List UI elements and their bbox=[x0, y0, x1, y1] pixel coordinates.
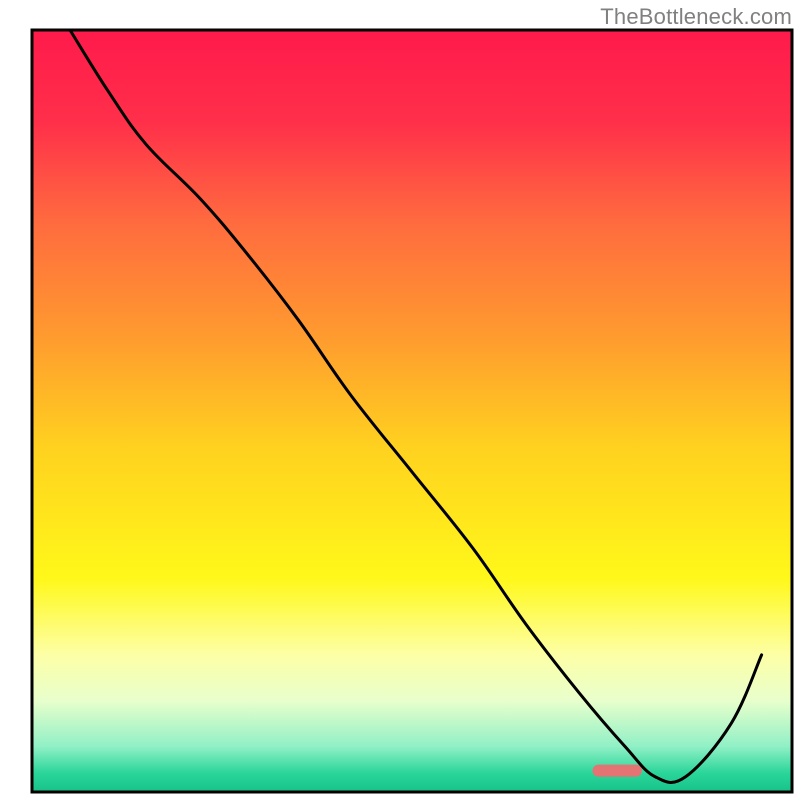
optimal-marker bbox=[593, 765, 642, 777]
chart-container: TheBottleneck.com bbox=[0, 0, 800, 800]
watermark-label: TheBottleneck.com bbox=[600, 4, 792, 30]
bottleneck-chart bbox=[0, 0, 800, 800]
plot-area bbox=[32, 30, 792, 792]
